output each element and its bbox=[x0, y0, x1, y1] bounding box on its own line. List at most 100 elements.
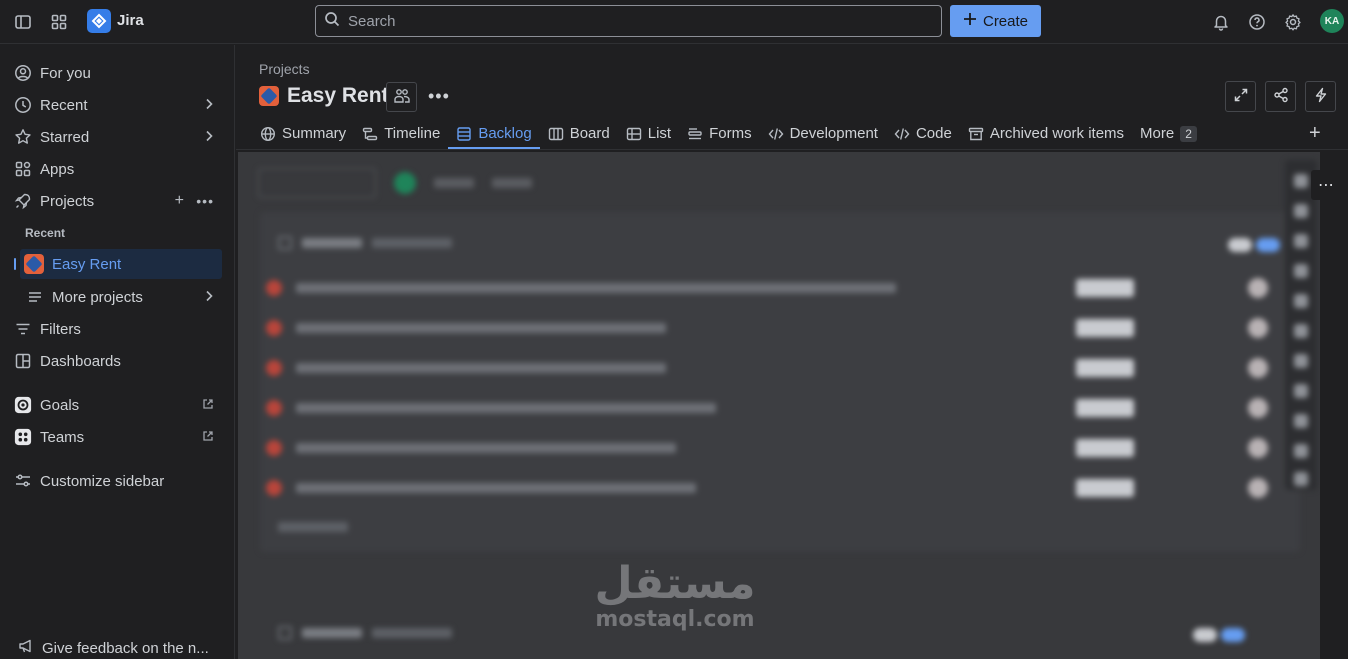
tab-label: More bbox=[1140, 125, 1175, 142]
backlog-row bbox=[266, 388, 1286, 428]
sidebar-item-goals[interactable]: Goals bbox=[8, 390, 226, 420]
create-button-label: Create bbox=[982, 12, 1029, 30]
top-navigation-bar: Jira Search Create KA bbox=[0, 0, 1348, 44]
add-tab-plus-icon[interactable]: + bbox=[1309, 122, 1321, 145]
tab-code[interactable]: Code bbox=[886, 118, 960, 149]
user-avatar[interactable]: KA bbox=[1320, 9, 1344, 33]
page-title: Easy Rent bbox=[259, 84, 389, 108]
recent-projects-heading: Recent bbox=[25, 226, 66, 240]
fullscreen-button[interactable] bbox=[1225, 81, 1256, 112]
backlog-row bbox=[266, 468, 1286, 508]
clock-icon bbox=[14, 96, 32, 114]
backlog-row bbox=[266, 308, 1286, 348]
lightning-icon bbox=[1313, 87, 1329, 106]
expand-icon bbox=[1233, 87, 1249, 106]
assignee-avatar-filter bbox=[394, 172, 416, 194]
backlog-filter-bar bbox=[258, 168, 532, 198]
tab-board[interactable]: Board bbox=[540, 118, 618, 149]
sidebar-item-label: Goals bbox=[40, 396, 80, 414]
external-link-icon bbox=[202, 398, 214, 413]
project-team-button[interactable] bbox=[386, 82, 417, 112]
sidebar-item-dashboards[interactable]: Dashboards bbox=[8, 346, 226, 376]
tab-development[interactable]: Development bbox=[760, 118, 886, 149]
teams-icon bbox=[14, 428, 32, 446]
sidebar-item-recent[interactable]: Recent bbox=[8, 90, 226, 120]
sidebar-item-label: Dashboards bbox=[40, 352, 121, 370]
tab-label: Code bbox=[915, 125, 952, 142]
backlog-more-options-icon[interactable]: ⋯ bbox=[1311, 170, 1341, 200]
timeline-icon bbox=[362, 126, 378, 142]
sidebar-item-label: Projects bbox=[40, 192, 95, 210]
create-issue-row bbox=[278, 522, 348, 532]
project-more-options-icon[interactable]: ••• bbox=[428, 86, 450, 107]
share-icon bbox=[1273, 87, 1289, 106]
sidebar-item-label: Starred bbox=[40, 128, 90, 146]
breadcrumb[interactable]: Projects bbox=[259, 61, 310, 77]
tabs-divider bbox=[236, 149, 1348, 150]
sprint-header bbox=[278, 236, 452, 250]
add-project-plus-icon[interactable]: + bbox=[175, 192, 184, 210]
sidebar-item-easy-rent[interactable]: Easy Rent bbox=[14, 249, 222, 279]
code-icon bbox=[768, 126, 784, 142]
people-icon bbox=[393, 87, 411, 108]
backlog-search-placeholder-shape bbox=[258, 168, 376, 198]
external-link-icon bbox=[202, 430, 214, 445]
feedback-label: Give feedback on the n... bbox=[42, 639, 209, 657]
more-count-badge: 2 bbox=[1180, 125, 1197, 142]
tab-label: Archived work items bbox=[989, 125, 1125, 142]
projects-more-icon[interactable]: ••• bbox=[196, 193, 214, 209]
rocket-icon bbox=[14, 192, 32, 210]
brand-name[interactable]: Jira bbox=[117, 12, 144, 29]
sidebar-item-apps[interactable]: Apps bbox=[8, 154, 226, 184]
help-icon[interactable] bbox=[1245, 10, 1269, 34]
sliders-icon bbox=[14, 472, 32, 490]
tab-list[interactable]: List bbox=[618, 118, 679, 149]
sidebar-item-label: Filters bbox=[40, 320, 81, 338]
automation-button[interactable] bbox=[1305, 81, 1336, 112]
floating-toolbar bbox=[1285, 160, 1317, 490]
goals-target-icon bbox=[14, 396, 32, 414]
backlog-section-header bbox=[278, 626, 452, 640]
tab-archived-work-items[interactable]: Archived work items bbox=[960, 118, 1132, 149]
project-tabs: Summary Timeline Backlog Board List Form… bbox=[252, 118, 1205, 149]
project-name: Easy Rent bbox=[287, 84, 389, 107]
sidebar-item-label: Recent bbox=[40, 96, 88, 114]
list-icon bbox=[626, 126, 642, 142]
create-button[interactable]: Create bbox=[950, 5, 1041, 37]
sidebar-item-teams[interactable]: Teams bbox=[8, 422, 226, 452]
sidebar-item-customize[interactable]: Customize sidebar bbox=[8, 466, 226, 496]
sidebar: For you Recent Starred Apps Projects + •… bbox=[0, 45, 235, 659]
sidebar-item-label: Apps bbox=[40, 160, 75, 178]
notifications-bell-icon[interactable] bbox=[1209, 10, 1233, 34]
tab-more[interactable]: More 2 bbox=[1132, 118, 1205, 149]
search-input[interactable]: Search bbox=[315, 5, 942, 37]
jira-logo-icon[interactable] bbox=[87, 9, 111, 33]
backlog-row bbox=[266, 268, 1286, 308]
backlog-status-pills bbox=[1193, 628, 1245, 642]
backlog-row bbox=[266, 348, 1286, 388]
sidebar-item-more-projects[interactable]: More projects bbox=[8, 282, 226, 312]
chevron-right-icon bbox=[204, 97, 214, 114]
chevron-right-icon bbox=[204, 129, 214, 146]
settings-gear-icon[interactable] bbox=[1281, 10, 1305, 34]
sidebar-item-filters[interactable]: Filters bbox=[8, 314, 226, 344]
tab-timeline[interactable]: Timeline bbox=[354, 118, 448, 149]
give-feedback-button[interactable]: Give feedback on the n... bbox=[8, 633, 226, 659]
globe-icon bbox=[260, 126, 276, 142]
board-icon bbox=[548, 126, 564, 142]
sidebar-item-starred[interactable]: Starred bbox=[8, 122, 226, 152]
blurred-backlog-layer bbox=[238, 152, 1320, 659]
sidebar-item-projects[interactable]: Projects + ••• bbox=[8, 186, 226, 216]
tab-summary[interactable]: Summary bbox=[252, 118, 354, 149]
app-switcher-icon[interactable] bbox=[47, 10, 71, 34]
tab-forms[interactable]: Forms bbox=[679, 118, 760, 149]
tab-label: Summary bbox=[282, 125, 347, 142]
dashboard-icon bbox=[14, 352, 32, 370]
tab-backlog[interactable]: Backlog bbox=[448, 118, 541, 149]
user-circle-icon bbox=[14, 64, 32, 82]
tab-label: Backlog bbox=[478, 125, 532, 142]
share-button[interactable] bbox=[1265, 81, 1296, 112]
chevron-right-icon bbox=[204, 289, 214, 306]
sidebar-item-for-you[interactable]: For you bbox=[8, 58, 226, 88]
sidebar-toggle-icon[interactable] bbox=[11, 10, 35, 34]
